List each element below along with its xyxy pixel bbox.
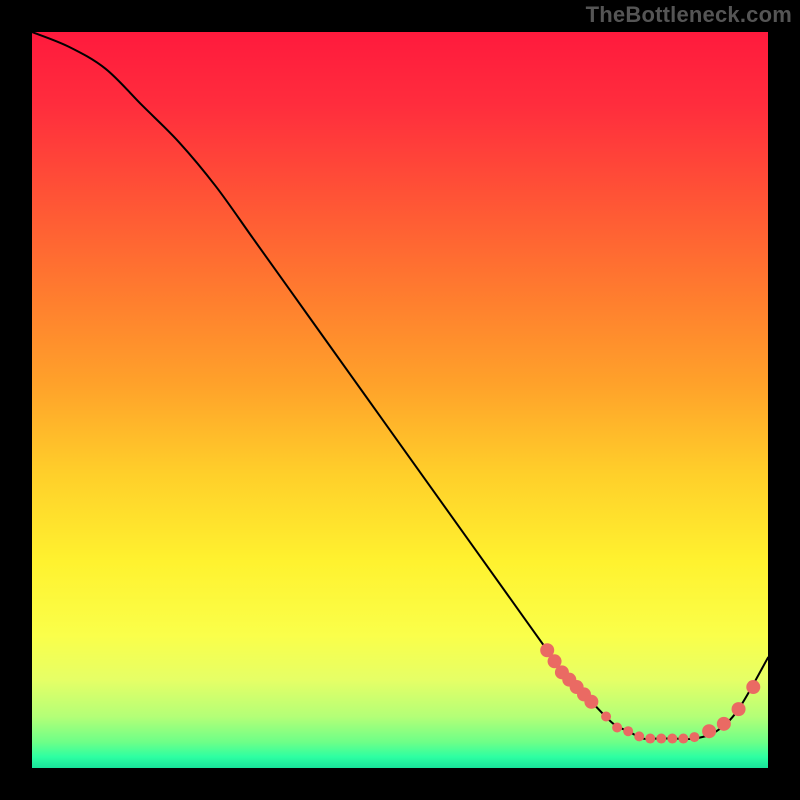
bottleneck-dot	[667, 734, 677, 744]
bottleneck-dot	[612, 723, 622, 733]
watermark-label: TheBottleneck.com	[586, 4, 792, 26]
bottleneck-dot	[623, 726, 633, 736]
bottleneck-dot	[634, 731, 644, 741]
chart-background	[32, 32, 768, 768]
bottleneck-dot	[656, 734, 666, 744]
bottleneck-dot	[732, 702, 746, 716]
bottleneck-dot	[645, 734, 655, 744]
chart-plot-area	[32, 32, 768, 768]
chart-stage: TheBottleneck.com	[0, 0, 800, 800]
bottleneck-dot	[601, 711, 611, 721]
bottleneck-dot	[717, 717, 731, 731]
chart-svg	[32, 32, 768, 768]
bottleneck-dot	[678, 734, 688, 744]
bottleneck-dot	[746, 680, 760, 694]
bottleneck-dot	[689, 732, 699, 742]
bottleneck-dot	[584, 695, 598, 709]
bottleneck-dot	[702, 724, 716, 738]
